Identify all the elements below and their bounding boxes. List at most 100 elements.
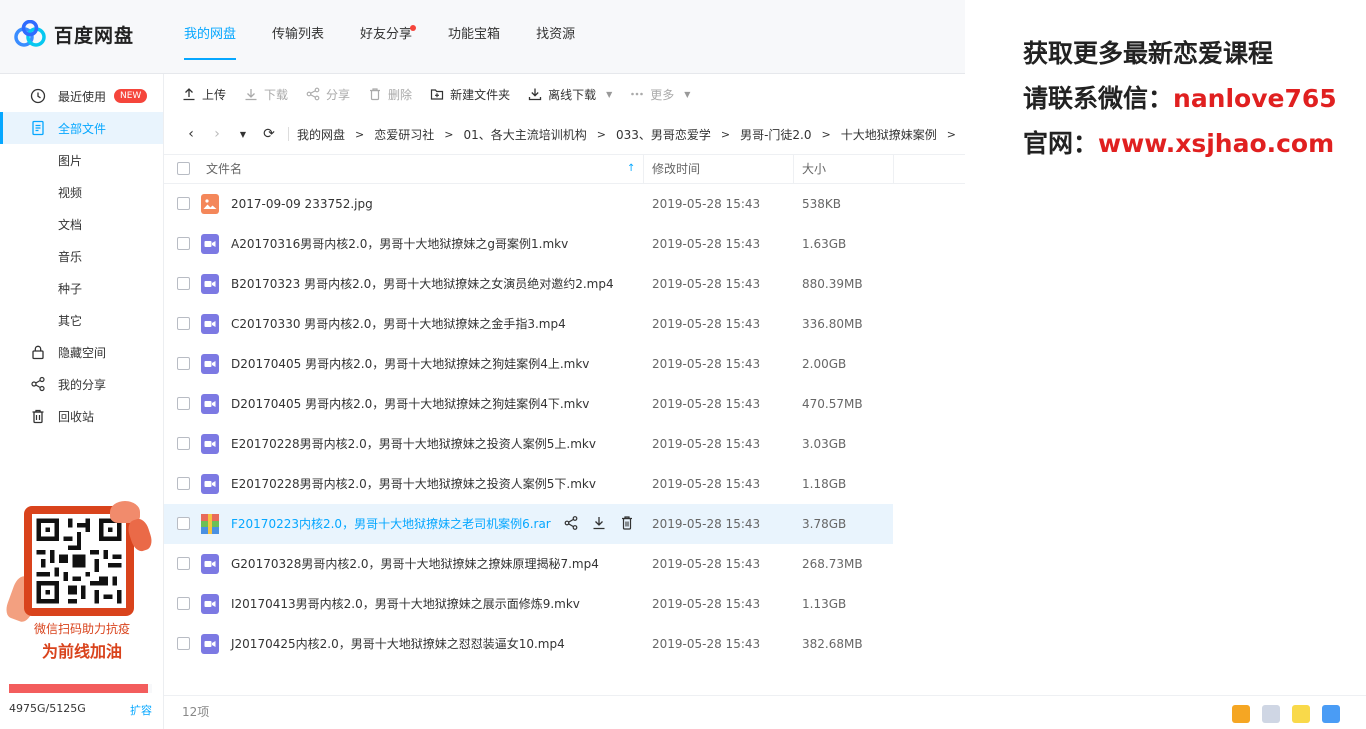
file-name[interactable]: G20170328男哥内核2.0，男哥十大地狱撩妹之撩妹原理揭秘7.mp4 — [231, 544, 599, 584]
breadcrumb-item[interactable]: 恋爱研习社 — [374, 126, 434, 143]
sidebar-item-label: 视频 — [58, 185, 83, 200]
tab-my-netdisk[interactable]: 我的网盘 — [166, 0, 254, 74]
column-header-name[interactable]: 文件名 — [206, 155, 242, 183]
offline-download-icon — [528, 88, 542, 101]
more-button[interactable]: 更多 ▼ — [630, 79, 708, 109]
sidebar-item-documents[interactable]: 文档 — [0, 208, 163, 240]
row-checkbox[interactable] — [177, 397, 190, 410]
achievement-icon[interactable] — [1232, 705, 1250, 723]
share-icon[interactable] — [564, 515, 578, 531]
more-label: 更多 — [650, 87, 675, 102]
notification-dot — [410, 25, 417, 31]
sidebar: 最近使用 NEW 全部文件 图片 视频 文档 音乐 种子 其它 隐藏空间 我的分… — [0, 74, 164, 729]
row-actions — [564, 515, 634, 531]
file-name[interactable]: C20170330 男哥内核2.0，男哥十大地狱撩妹之金手指3.mp4 — [231, 304, 566, 344]
history-dropdown-icon[interactable]: ▼ — [230, 130, 256, 139]
file-name[interactable]: E20170228男哥内核2.0，男哥十大地狱撩妹之投资人案例5下.mkv — [231, 464, 596, 504]
breadcrumb-item[interactable]: 01、各大主流培训机构 — [463, 126, 586, 143]
upload-task-icon[interactable] — [1292, 705, 1310, 723]
sidebar-item-hidden-space[interactable]: 隐藏空间 — [0, 336, 163, 368]
sidebar-item-images[interactable]: 图片 — [0, 144, 163, 176]
row-checkbox[interactable] — [177, 637, 190, 650]
delete-button[interactable]: 删除 — [368, 79, 430, 109]
file-name[interactable]: J20170425内核2.0，男哥十大地狱撩妹之怼怼装逼女10.mp4 — [231, 624, 565, 664]
file-name[interactable]: D20170405 男哥内核2.0，男哥十大地狱撩妹之狗娃案例4上.mkv — [231, 344, 589, 384]
breadcrumb-item-current[interactable]: 十大地狱撩妹案例 — [841, 126, 937, 143]
download-button[interactable]: 下载 — [244, 79, 306, 109]
row-checkbox[interactable] — [177, 277, 190, 290]
row-checkbox[interactable] — [177, 597, 190, 610]
breadcrumb-separator-icon: > — [355, 127, 365, 141]
expand-storage-link[interactable]: 扩容 — [130, 702, 152, 718]
table-row[interactable]: J20170425内核2.0，男哥十大地狱撩妹之怼怼装逼女10.mp4 2019-… — [164, 624, 893, 664]
promo-line-3: 官网：www.xsjhao.com — [1023, 124, 1334, 160]
table-row[interactable]: A20170316男哥内核2.0，男哥十大地狱撩妹之g哥案例1.mkv 2019-… — [164, 224, 893, 264]
file-name[interactable]: A20170316男哥内核2.0，男哥十大地狱撩妹之g哥案例1.mkv — [231, 224, 568, 264]
table-row[interactable]: G20170328男哥内核2.0，男哥十大地狱撩妹之撩妹原理揭秘7.mp4 201… — [164, 544, 893, 584]
table-row[interactable]: D20170405 男哥内核2.0，男哥十大地狱撩妹之狗娃案例4下.mkv 201… — [164, 384, 893, 424]
qr-code-icon — [32, 514, 126, 608]
breadcrumb-item[interactable]: 男哥-门徒2.0 — [740, 126, 811, 143]
column-header-size[interactable]: 大小 — [802, 155, 826, 183]
select-all-checkbox[interactable] — [177, 162, 190, 175]
grid-apps-icon[interactable] — [1262, 705, 1280, 723]
row-checkbox[interactable] — [177, 437, 190, 450]
tab-friend-share[interactable]: 好友分享 — [342, 0, 430, 74]
sort-ascending-icon[interactable]: ↑ — [627, 155, 635, 183]
file-size: 268.73MB — [802, 557, 863, 571]
row-checkbox[interactable] — [177, 557, 190, 570]
table-row[interactable]: E20170228男哥内核2.0，男哥十大地狱撩妹之投资人案例5上.mkv 201… — [164, 424, 893, 464]
row-checkbox[interactable] — [177, 237, 190, 250]
file-name[interactable]: F20170223内核2.0，男哥十大地狱撩妹之老司机案例6.rar — [231, 504, 551, 544]
row-checkbox[interactable] — [177, 477, 190, 490]
file-name[interactable]: D20170405 男哥内核2.0，男哥十大地狱撩妹之狗娃案例4下.mkv — [231, 384, 589, 424]
sidebar-item-torrents[interactable]: 种子 — [0, 272, 163, 304]
lock-icon[interactable] — [1322, 705, 1340, 723]
offline-download-button[interactable]: 离线下载 ▼ — [528, 79, 630, 109]
upload-label: 上传 — [202, 87, 227, 102]
tab-transfer-list[interactable]: 传输列表 — [254, 0, 342, 74]
file-name[interactable]: I20170413男哥内核2.0，男哥十大地狱撩妹之展示面修炼9.mkv — [231, 584, 580, 624]
column-header-modified[interactable]: 修改时间 — [652, 155, 700, 183]
breadcrumb-item[interactable]: 033、男哥恋爱学 — [616, 126, 711, 143]
video-file-icon — [201, 234, 219, 254]
sidebar-item-videos[interactable]: 视频 — [0, 176, 163, 208]
table-row[interactable]: E20170228男哥内核2.0，男哥十大地狱撩妹之投资人案例5下.mkv 201… — [164, 464, 893, 504]
forward-arrow-icon[interactable]: › — [204, 126, 230, 142]
row-checkbox[interactable] — [177, 317, 190, 330]
download-icon[interactable] — [592, 515, 606, 531]
refresh-icon[interactable]: ⟳ — [256, 126, 282, 142]
upload-button[interactable]: 上传 — [182, 79, 244, 109]
row-checkbox[interactable] — [177, 197, 190, 210]
table-row[interactable]: I20170413男哥内核2.0，男哥十大地狱撩妹之展示面修炼9.mkv 2019… — [164, 584, 893, 624]
tab-find-resources[interactable]: 找资源 — [518, 0, 593, 74]
table-row[interactable]: 2017-09-09 233752.jpg 2019-05-28 15:43 538… — [164, 184, 893, 224]
table-row[interactable]: D20170405 男哥内核2.0，男哥十大地狱撩妹之狗娃案例4上.mkv 201… — [164, 344, 893, 384]
file-name[interactable]: B20170323 男哥内核2.0，男哥十大地狱撩妹之女演员绝对邀约2.mp4 — [231, 264, 614, 304]
sidebar-item-all-files[interactable]: 全部文件 — [0, 112, 163, 144]
row-checkbox[interactable] — [177, 357, 190, 370]
sidebar-item-my-shares[interactable]: 我的分享 — [0, 368, 163, 400]
share-button[interactable]: 分享 — [306, 79, 368, 109]
new-folder-button[interactable]: 新建文件夹 — [430, 79, 528, 109]
row-checkbox[interactable] — [177, 517, 190, 530]
trash-icon[interactable] — [620, 515, 634, 531]
breadcrumb-item[interactable]: 我的网盘 — [297, 126, 345, 143]
file-name[interactable]: 2017-09-09 233752.jpg — [231, 184, 373, 224]
back-arrow-icon[interactable]: ‹ — [178, 126, 204, 142]
app-logo[interactable]: 百度网盘 — [14, 20, 134, 48]
sidebar-item-music[interactable]: 音乐 — [0, 240, 163, 272]
video-file-icon — [201, 634, 219, 654]
table-row[interactable]: F20170223内核2.0，男哥十大地狱撩妹之老司机案例6.rar 2019-0… — [164, 504, 893, 544]
file-name[interactable]: E20170228男哥内核2.0，男哥十大地狱撩妹之投资人案例5上.mkv — [231, 424, 596, 464]
sidebar-item-recycle-bin[interactable]: 回收站 — [0, 400, 163, 432]
table-row[interactable]: C20170330 男哥内核2.0，男哥十大地狱撩妹之金手指3.mp4 2019-… — [164, 304, 893, 344]
sidebar-item-recent[interactable]: 最近使用 NEW — [0, 80, 163, 112]
tab-toolbox[interactable]: 功能宝箱 — [430, 0, 518, 74]
file-modified-time: 2019-05-28 15:43 — [652, 637, 761, 651]
file-size: 3.03GB — [802, 437, 847, 451]
sidebar-item-other[interactable]: 其它 — [0, 304, 163, 336]
file-modified-time: 2019-05-28 15:43 — [652, 477, 761, 491]
table-row[interactable]: B20170323 男哥内核2.0，男哥十大地狱撩妹之女演员绝对邀约2.mp4 2… — [164, 264, 893, 304]
document-icon — [30, 120, 46, 136]
